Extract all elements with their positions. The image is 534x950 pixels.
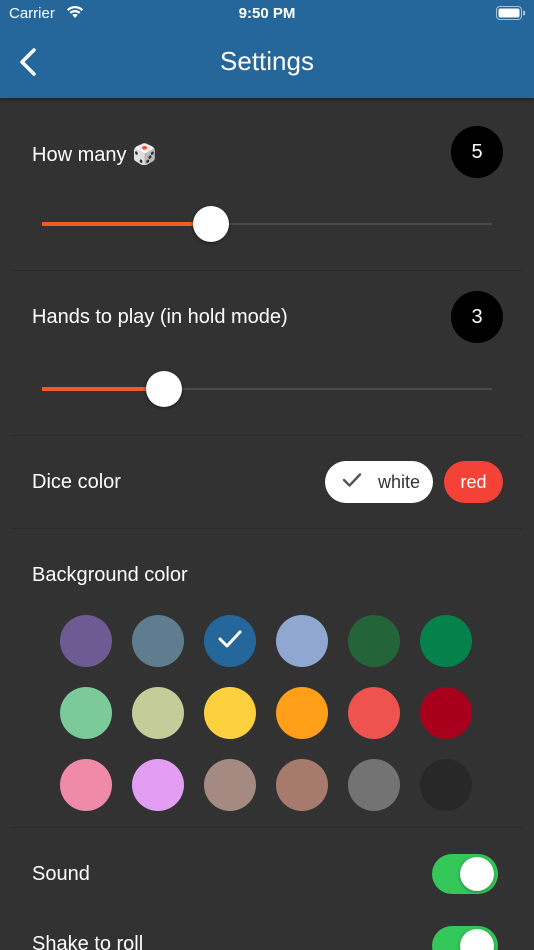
dice-count-slider[interactable]	[42, 204, 492, 244]
color-swatch[interactable]	[420, 615, 472, 667]
battery-icon	[496, 6, 526, 24]
background-color-label: Background color	[32, 564, 188, 586]
dice-color-label: Dice color	[32, 471, 121, 493]
page-title: Settings	[220, 46, 314, 76]
check-icon	[217, 628, 243, 655]
color-swatch[interactable]	[348, 759, 400, 811]
chip-label: red	[460, 471, 487, 492]
dice-color-white-chip[interactable]: white	[325, 461, 433, 503]
hands-slider[interactable]	[42, 369, 492, 409]
color-swatch[interactable]	[60, 759, 112, 811]
shake-to-roll-toggle[interactable]	[432, 926, 498, 950]
color-swatch[interactable]	[60, 687, 112, 739]
divider	[12, 528, 522, 529]
color-swatch[interactable]	[348, 615, 400, 667]
background-color-swatch-grid	[60, 615, 476, 815]
toggle-knob	[460, 857, 494, 891]
toggle-knob	[460, 929, 494, 950]
color-swatch[interactable]	[276, 687, 328, 739]
dice-count-value-badge: 5	[451, 126, 503, 178]
navigation-header: Carrier 9:50 PM Settings	[0, 0, 534, 98]
status-time: 9:50 PM	[238, 5, 296, 22]
shake-to-roll-label: Shake to roll	[32, 933, 144, 950]
sound-toggle[interactable]	[432, 854, 498, 894]
color-swatch[interactable]	[420, 759, 472, 811]
slider-fill	[42, 222, 211, 226]
chip-label: white	[377, 471, 421, 492]
divider	[12, 827, 522, 828]
slider-thumb[interactable]	[192, 206, 229, 242]
color-swatch[interactable]	[420, 687, 472, 739]
color-swatch[interactable]	[348, 687, 400, 739]
status-bar: Carrier 9:50 PM	[0, 0, 534, 28]
hands-value-badge: 3	[451, 291, 503, 343]
dice-count-label: How many 🎲	[32, 144, 157, 166]
color-swatch[interactable]	[204, 615, 256, 667]
sound-label: Sound	[32, 863, 90, 885]
color-swatch[interactable]	[132, 759, 184, 811]
divider	[12, 270, 522, 271]
hands-label: Hands to play (in hold mode)	[32, 306, 288, 328]
slider-thumb[interactable]	[145, 371, 182, 407]
color-swatch[interactable]	[276, 759, 328, 811]
color-swatch[interactable]	[276, 615, 328, 667]
color-swatch[interactable]	[132, 687, 184, 739]
divider	[12, 435, 522, 436]
color-swatch[interactable]	[132, 615, 184, 667]
color-swatch[interactable]	[60, 615, 112, 667]
color-swatch[interactable]	[204, 687, 256, 739]
color-swatch[interactable]	[204, 759, 256, 811]
dice-color-red-chip[interactable]: red	[444, 461, 503, 503]
check-icon	[342, 472, 362, 493]
